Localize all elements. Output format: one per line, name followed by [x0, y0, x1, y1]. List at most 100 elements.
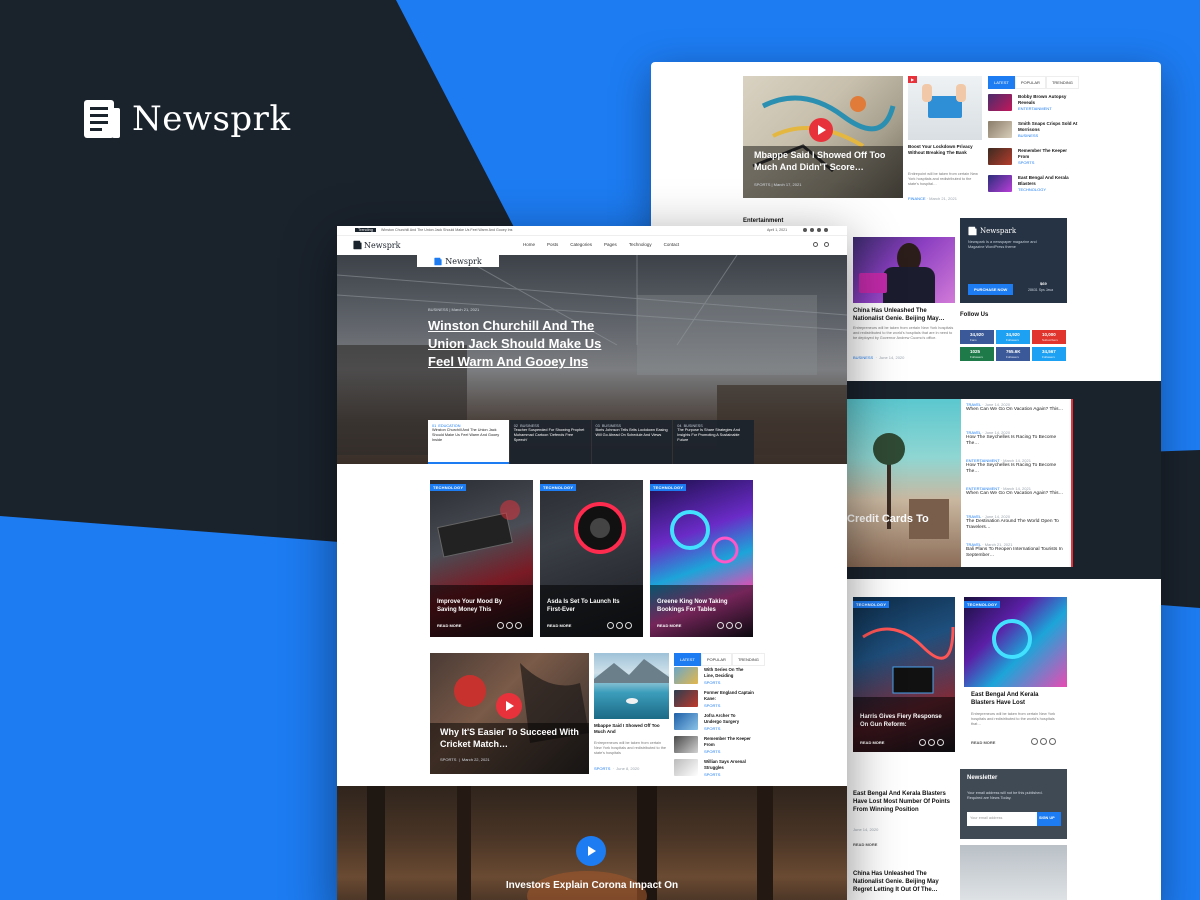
nav-pages[interactable]: Pages	[604, 242, 617, 247]
card-title[interactable]: East Bengal And Kerala Blasters Have Los…	[971, 692, 1063, 708]
header-logo[interactable]: Newsprk	[353, 240, 400, 250]
list-item-category[interactable]: SPORTS	[1018, 160, 1034, 165]
list-item[interactable]: Jofra Archer To Undergo Surgery SPORTS	[674, 713, 754, 733]
linkedin-icon[interactable]	[1049, 738, 1056, 745]
linkedin-icon[interactable]	[515, 622, 522, 629]
card-title[interactable]: Harris Gives Fiery Response On Gun Refor…	[860, 714, 950, 730]
category-tag[interactable]: TECHNOLOGY	[430, 484, 467, 491]
user-icon[interactable]	[824, 242, 829, 247]
social-facebook[interactable]: 34,920 Fans	[960, 330, 994, 344]
tab-popular[interactable]: POPULAR	[700, 653, 732, 666]
read-more-link[interactable]: READ MORE	[657, 623, 681, 628]
mid-article-image[interactable]	[594, 653, 669, 719]
list-item[interactable]: TRAVEL · March 21, 2021 Bali Plans To Reo…	[966, 542, 1070, 559]
category-tag[interactable]: TECHNOLOGY	[650, 484, 687, 491]
list-item[interactable]: TRAVEL · June 14, 2020 When Can We Go On …	[966, 402, 1070, 413]
play-button[interactable]	[809, 118, 833, 142]
twitter-icon[interactable]	[726, 622, 733, 629]
nav-posts[interactable]: Posts	[547, 242, 558, 247]
list-item[interactable]: East Bengal And Kerala Blasters TECHNOLO…	[988, 175, 1078, 197]
tab-latest[interactable]: LATEST	[674, 653, 701, 666]
newsletter-email-input[interactable]: Your email address	[967, 812, 1037, 826]
list-item-category[interactable]: SPORTS	[704, 680, 720, 685]
trending-text[interactable]: Winston Churchill And The Union Jack Sho…	[381, 228, 512, 232]
social-twitter[interactable]: 34,920 Followers	[996, 330, 1030, 344]
facebook-icon[interactable]	[803, 228, 807, 232]
card-title[interactable]: Improve Your Mood By Saving Money This	[437, 598, 522, 614]
hero-tile[interactable]: 02 BUSINESS Teacher Suspended For Showin…	[508, 420, 591, 464]
linkedin-icon[interactable]	[625, 622, 632, 629]
facebook-icon[interactable]	[919, 739, 926, 746]
category-label[interactable]: BUSINESS	[853, 355, 873, 360]
tab-latest[interactable]: LATEST	[988, 76, 1015, 89]
list-item[interactable]: Smith Snaps Crisps Sold At Morrisons BUS…	[988, 121, 1078, 143]
play-button[interactable]	[496, 693, 522, 719]
side-article-image[interactable]	[908, 76, 982, 140]
nav-categories[interactable]: Categories	[570, 242, 592, 247]
list-item-title[interactable]: Remember The Keeper From	[1018, 148, 1078, 160]
twitter-icon[interactable]	[506, 622, 513, 629]
linkedin-icon[interactable]	[937, 739, 944, 746]
list-item-title[interactable]: Former England Captain Kane:	[704, 690, 754, 701]
instagram-icon[interactable]	[824, 228, 828, 232]
social-spotify[interactable]: 1025 Followers	[960, 347, 994, 361]
tab-trending[interactable]: TRENDING	[1045, 76, 1079, 89]
list-item-category[interactable]: SPORTS	[704, 749, 720, 754]
list-item-title[interactable]: Smith Snaps Crisps Sold At Morrisons	[1018, 121, 1078, 133]
list-item[interactable]: Willian Says Arsenal Struggles SPORTS	[674, 759, 754, 779]
list-item-title[interactable]: East Bengal And Kerala Blasters	[1018, 175, 1078, 187]
list-item-category[interactable]: ENTERTAINMENT	[1018, 106, 1052, 111]
card-title[interactable]: Asda Is Set To Launch Its First-Ever	[547, 598, 632, 614]
category-tag[interactable]: TECHNOLOGY	[853, 601, 890, 608]
social-linkedin[interactable]: 765.6K Followers	[996, 347, 1030, 361]
list-item-title[interactable]: Bobby Brown Autopsy Reveals	[1018, 94, 1078, 106]
video-title[interactable]: Why It'S Easier To Succeed With Cricket …	[440, 727, 580, 750]
beach-feature-image[interactable]: Credit Cards To	[847, 399, 961, 567]
feature-overlay-title[interactable]: Credit Cards To	[847, 513, 929, 525]
list-item[interactable]: Former England Captain Kane: SPORTS	[674, 690, 754, 710]
list-item[interactable]: TRAVEL · June 14, 2020 The Destination Ar…	[966, 514, 1070, 531]
list-article-title[interactable]: China Has Unleashed The Nationalist Geni…	[853, 870, 953, 894]
mid-article-title[interactable]: Mbappe Said I Showed Off Too Much And	[594, 723, 669, 735]
play-button[interactable]	[576, 836, 606, 866]
twitter-icon[interactable]	[810, 228, 814, 232]
tab-trending[interactable]: TRENDING	[731, 653, 765, 666]
list-item-title[interactable]: Remember The Keeper From	[704, 736, 754, 747]
list-item-category[interactable]: BUSINESS	[1018, 133, 1038, 138]
list-item-category[interactable]: TECHNOLOGY	[1018, 187, 1046, 192]
tech-card[interactable]: TECHNOLOGY Harris Gives Fiery Response O…	[853, 597, 955, 752]
twitter-icon[interactable]	[616, 622, 623, 629]
list-item-title[interactable]: Jofra Archer To Undergo Surgery	[704, 713, 754, 724]
ad-banner[interactable]: Newspark Newspark Is a newspaper magazin…	[960, 218, 1067, 303]
twitter-icon[interactable]	[1040, 738, 1047, 745]
list-item[interactable]: Remember The Keeper From SPORTS	[988, 148, 1078, 170]
linkedin-icon[interactable]	[735, 622, 742, 629]
facebook-icon[interactable]	[497, 622, 504, 629]
list-item[interactable]: With Series On The Line, Deciding SPORTS	[674, 667, 754, 687]
social-vimeo[interactable]: 34,567 Followers	[1032, 347, 1066, 361]
tab-popular[interactable]: POPULAR	[1014, 76, 1046, 89]
tech-card[interactable]: TECHNOLOGY Greene King Now Taking Bookin…	[650, 480, 753, 637]
list-item[interactable]: ENTERTAINMENT · March 14, 2021 How The Se…	[966, 458, 1070, 475]
facebook-icon[interactable]	[607, 622, 614, 629]
hero-tile[interactable]: 03 BUSINESS Boris Johnson Tells Brits Lo…	[590, 420, 673, 464]
featured-video-title[interactable]: Mbappe Said I Showed Off Too Much And Di…	[754, 150, 894, 173]
category-tag[interactable]: TECHNOLOGY	[964, 601, 1001, 608]
list-article-title[interactable]: East Bengal And Kerala Blasters Have Los…	[853, 790, 953, 814]
category-label[interactable]: SPORTS	[754, 182, 770, 187]
list-item-title[interactable]: With Series On The Line, Deciding	[704, 667, 754, 678]
hero-tile[interactable]: 04 BUSINESS The Purpose Is Share Strateg…	[672, 420, 754, 464]
bottom-video[interactable]: Investors Explain Corona Impact On	[337, 786, 847, 900]
search-icon[interactable]	[813, 242, 818, 247]
category-label[interactable]: SPORTS	[594, 766, 610, 771]
foggy-image[interactable]	[960, 845, 1067, 900]
category-tag[interactable]: TECHNOLOGY	[540, 484, 577, 491]
featured-video-image[interactable]: Mbappe Said I Showed Off Too Much And Di…	[743, 76, 903, 198]
tech-card-image[interactable]	[964, 597, 1067, 687]
tech-card[interactable]: TECHNOLOGY Asda Is Set To Launch Its Fir…	[540, 480, 643, 637]
tech-card[interactable]: TECHNOLOGY Improve Your Mood By Saving M…	[430, 480, 533, 637]
sports-video[interactable]: Why It'S Easier To Succeed With Cricket …	[430, 653, 589, 774]
list-item-category[interactable]: SPORTS	[704, 772, 720, 777]
read-more-link[interactable]: READ MORE	[547, 623, 571, 628]
facebook-icon[interactable]	[1031, 738, 1038, 745]
